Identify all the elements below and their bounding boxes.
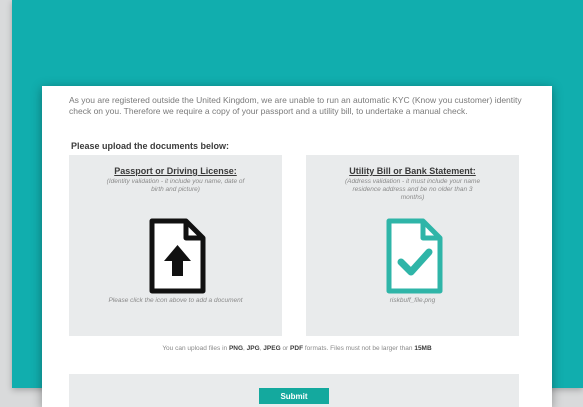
document-check-icon[interactable] [379,218,445,294]
identity-panel-title: Passport or Driving License: [114,166,237,176]
formats-or: or [280,345,291,352]
address-panel-description: (Address validation - it must include yo… [344,178,481,201]
format-jpeg: JPEG [263,345,281,352]
address-upload-panel: Utility Bill or Bank Statement: (Address… [306,155,519,336]
kyc-upload-card: As you are registered outside the United… [42,86,552,407]
formats-middle: formats. Files must not be larger than [303,345,415,352]
upload-document-icon[interactable] [142,218,208,294]
intro-text: As you are registered outside the United… [69,95,522,116]
identity-panel-caption: Please click the icon above to add a doc… [108,297,243,304]
identity-panel-description: (Identity validation - it include you na… [106,178,245,193]
max-file-size: 15MB [414,345,432,352]
upload-heading: Please upload the documents below: [71,141,230,151]
address-panel-title: Utility Bill or Bank Statement: [349,166,476,176]
uploaded-file-name: riskbuff_file.png [389,297,436,304]
submit-button[interactable]: Submit [259,388,329,404]
format-pdf: PDF [290,345,304,352]
file-format-note: You can upload files in PNG, JPG, JPEG o… [162,344,432,353]
identity-upload-panel: Passport or Driving License: (Identity v… [69,155,282,336]
formats-prefix: You can upload files in [162,345,229,352]
submit-bar: Submit [69,374,519,407]
format-jpg: JPG [246,345,260,352]
format-png: PNG [228,345,244,352]
